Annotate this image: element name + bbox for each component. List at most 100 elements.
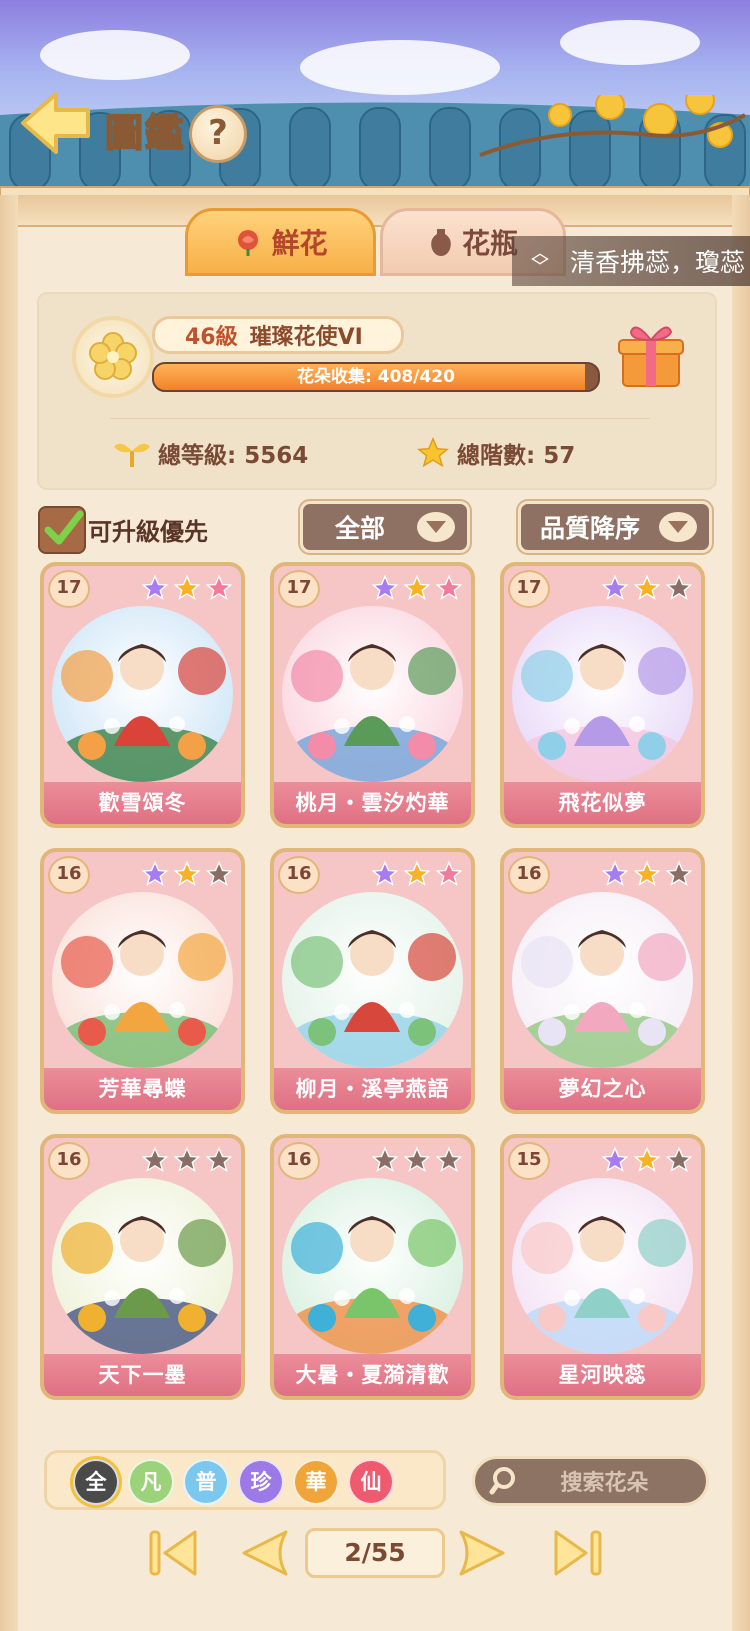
chevron-down-icon <box>659 512 697 542</box>
collection-progress-bar: 花朵收集: 408/420 <box>152 362 600 392</box>
card-star-rating <box>601 1146 693 1174</box>
rank-title: 璀璨花使VI <box>249 325 363 350</box>
rarity-filter-chip[interactable]: 華 <box>293 1459 339 1505</box>
rarity-star-icon <box>633 574 661 601</box>
next-page-button[interactable] <box>455 1528 511 1578</box>
rarity-star-icon <box>173 860 201 887</box>
rarity-filter-chip[interactable]: 珍 <box>238 1459 284 1505</box>
tab-fresh-flowers[interactable]: 鮮花 <box>185 208 376 276</box>
card-name-label: 飛花似夢 <box>504 782 701 824</box>
card-level-badge: 15 <box>508 1142 550 1180</box>
rarity-star-icon <box>601 574 629 601</box>
first-page-button[interactable] <box>147 1528 203 1578</box>
rarity-star-icon <box>141 574 169 601</box>
rarity-star-icon <box>601 1146 629 1173</box>
upgrade-first-checkbox[interactable] <box>38 506 86 554</box>
rarity-star-icon <box>665 1146 693 1173</box>
back-arrow-icon[interactable] <box>18 88 93 158</box>
upgrade-first-label[interactable]: 可升級優先 <box>88 512 208 547</box>
rarity-star-icon <box>435 1146 463 1173</box>
rarity-star-icon <box>601 860 629 887</box>
category-value: 全部 <box>334 514 385 543</box>
category-dropdown[interactable]: 全部 <box>300 501 470 553</box>
rarity-star-icon <box>403 574 431 601</box>
card-level-badge: 16 <box>508 856 550 894</box>
card-star-rating <box>601 860 693 888</box>
rarity-star-icon <box>633 860 661 887</box>
rarity-filter-chip[interactable]: 全 <box>73 1459 119 1505</box>
prev-page-button[interactable] <box>236 1528 292 1578</box>
sort-dropdown[interactable]: 品質降序 <box>518 501 712 553</box>
flower-illustration <box>52 1178 233 1354</box>
card-star-rating <box>141 1146 233 1174</box>
panel-divider <box>110 418 650 419</box>
card-star-rating <box>371 860 463 888</box>
flower-card[interactable]: 16 柳月・溪亭燕語 <box>270 848 475 1114</box>
flower-card[interactable]: 16 大暑・夏漪清歡 <box>270 1134 475 1400</box>
flower-illustration <box>282 1178 463 1354</box>
total-level-stat: 總等級: 5564 <box>112 436 308 470</box>
card-level-badge: 17 <box>48 570 90 608</box>
card-star-rating <box>141 860 233 888</box>
flower-card[interactable]: 17 飛花似夢 <box>500 562 705 828</box>
rarity-star-icon <box>435 574 463 601</box>
flower-card[interactable]: 15 星河映蕊 <box>500 1134 705 1400</box>
rarity-star-icon <box>141 860 169 887</box>
search-input[interactable]: 搜索花朵 <box>472 1456 709 1506</box>
search-placeholder: 搜索花朵 <box>560 1471 649 1496</box>
card-level-badge: 16 <box>48 856 90 894</box>
rarity-star-icon <box>371 574 399 601</box>
card-level-badge: 16 <box>278 856 320 894</box>
scroll-arrows-icon: ︿ ﹀ <box>531 243 549 278</box>
card-star-rating <box>601 574 693 602</box>
rarity-filter-chip[interactable]: 仙 <box>348 1459 394 1505</box>
page-indicator: 2/55 <box>305 1528 445 1578</box>
flower-card[interactable]: 17 桃月・雲汐灼華 <box>270 562 475 828</box>
ticker-text: 清香拂蕊，瓊蕊 <box>570 248 746 277</box>
flower-illustration <box>512 606 693 782</box>
rarity-star-icon <box>371 860 399 887</box>
cloud <box>560 20 700 65</box>
top-beam <box>0 195 750 227</box>
card-name-label: 大暑・夏漪清歡 <box>274 1354 471 1396</box>
flower-illustration <box>52 606 233 782</box>
rarity-filter-chip[interactable]: 凡 <box>128 1459 174 1505</box>
gift-box-icon[interactable] <box>617 318 685 390</box>
help-button[interactable]: ? <box>189 105 247 163</box>
sort-value: 品質降序 <box>539 514 640 543</box>
flower-illustration <box>282 606 463 782</box>
card-name-label: 芳華尋蝶 <box>44 1068 241 1110</box>
flower-illustration <box>282 892 463 1068</box>
card-name-label: 桃月・雲汐灼華 <box>274 782 471 824</box>
flower-card[interactable]: 16 天下一墨 <box>40 1134 245 1400</box>
rarity-star-icon <box>665 860 693 887</box>
card-name-label: 天下一墨 <box>44 1354 241 1396</box>
flower-card[interactable]: 16 芳華尋蝶 <box>40 848 245 1114</box>
flower-card[interactable]: 16 夢幻之心 <box>500 848 705 1114</box>
chevron-down-icon <box>417 512 455 542</box>
rarity-star-icon <box>205 1146 233 1173</box>
flower-illustration <box>52 892 233 1068</box>
rank-plate: 46級 璀璨花使VI <box>152 316 404 354</box>
card-star-rating <box>371 1146 463 1174</box>
card-level-badge: 17 <box>278 570 320 608</box>
flower-illustration <box>512 892 693 1068</box>
last-page-button[interactable] <box>548 1528 604 1578</box>
card-star-rating <box>371 574 463 602</box>
rarity-star-icon <box>173 574 201 601</box>
frame-pillar-right <box>732 195 750 1631</box>
tab-label: 鮮花 <box>271 227 328 260</box>
rarity-star-icon <box>205 574 233 601</box>
card-name-label: 柳月・溪亭燕語 <box>274 1068 471 1110</box>
card-level-badge: 17 <box>508 570 550 608</box>
rarity-filter-chip[interactable]: 普 <box>183 1459 229 1505</box>
card-level-badge: 16 <box>48 1142 90 1180</box>
vase-icon <box>431 229 451 256</box>
flower-card[interactable]: 17 歡雪頌冬 <box>40 562 245 828</box>
card-name-label: 星河映蕊 <box>504 1354 701 1396</box>
card-star-rating <box>141 574 233 602</box>
cloud <box>300 40 500 95</box>
flower-illustration <box>512 1178 693 1354</box>
flower-medal-icon <box>72 316 154 398</box>
checkmark-icon <box>44 510 84 545</box>
